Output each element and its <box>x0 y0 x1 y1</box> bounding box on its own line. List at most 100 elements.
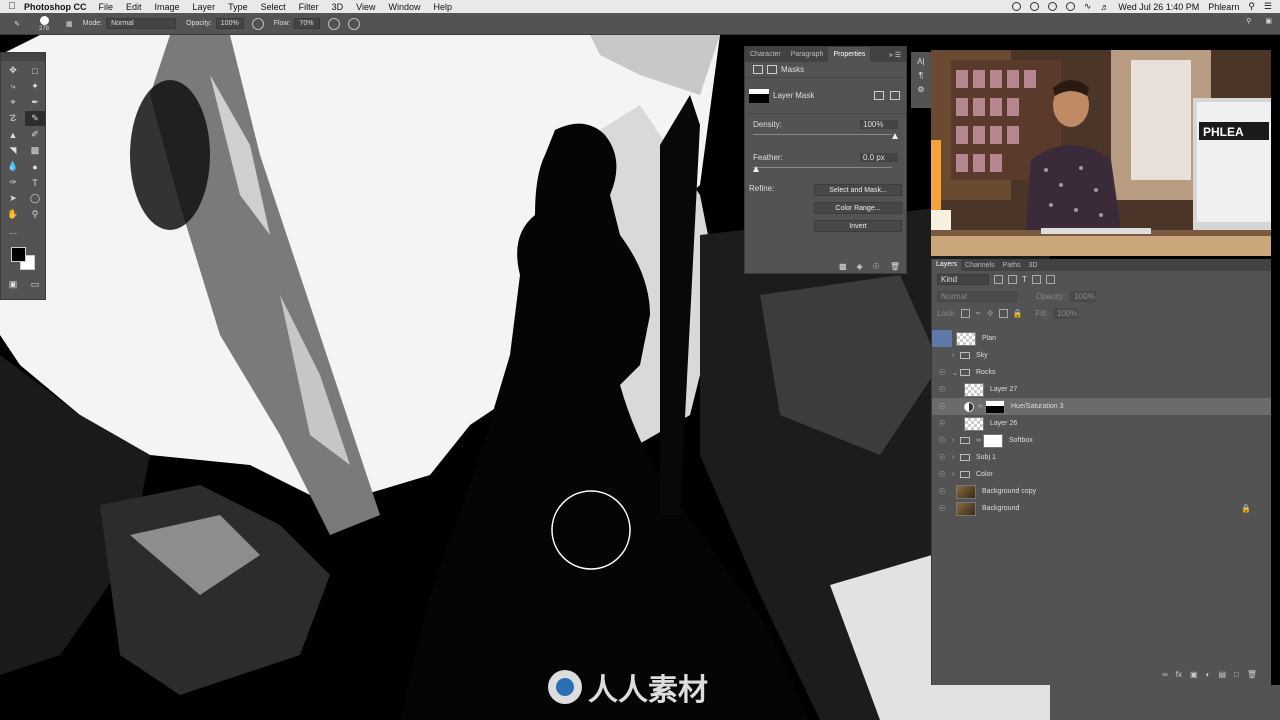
lock-artboard-icon[interactable] <box>998 309 1008 318</box>
filter-smart-icon[interactable] <box>1045 275 1055 284</box>
menu-layer[interactable]: Layer <box>193 2 216 12</box>
layer-background[interactable]: ☉ Background 🔒 <box>932 500 1271 517</box>
airbrush-icon[interactable] <box>328 17 341 30</box>
quick-select-tool-icon[interactable]: ✦ <box>25 79 45 94</box>
opacity-field[interactable]: 100% <box>215 18 244 29</box>
expand-arrow-icon[interactable]: › <box>952 454 960 461</box>
menu-window[interactable]: Window <box>388 2 420 12</box>
expand-arrow-icon[interactable]: › <box>952 352 960 359</box>
filter-type-icon[interactable]: T <box>1022 275 1027 284</box>
layer-group-subj-1[interactable]: ☉ › Subj 1 <box>932 449 1271 466</box>
feather-slider[interactable] <box>753 164 898 172</box>
filter-shape-icon[interactable] <box>1031 275 1041 284</box>
invert-button[interactable]: Invert <box>814 220 902 232</box>
menu-view[interactable]: View <box>356 2 375 12</box>
apply-mask-icon[interactable]: ◈ <box>857 262 863 271</box>
app-menu[interactable]: Photoshop CC <box>24 2 87 12</box>
crop-tool-icon[interactable]: ⌖ <box>3 95 23 110</box>
feather-slider-thumb[interactable] <box>753 166 759 172</box>
add-vector-mask-icon[interactable] <box>890 91 900 100</box>
history-brush-tool-icon[interactable]: ✐ <box>25 127 45 142</box>
group-mask-thumbnail[interactable] <box>983 433 1003 448</box>
layer-26[interactable]: ☉ Layer 26 <box>932 415 1271 432</box>
vector-mask-icon[interactable] <box>767 65 777 74</box>
pen-tool-icon[interactable]: ✑ <box>3 175 23 190</box>
move-tool-icon[interactable]: ✥ <box>3 63 23 78</box>
paragraph-panel-icon[interactable]: ¶ <box>919 71 923 80</box>
add-pixel-mask-icon[interactable] <box>874 91 884 100</box>
eye-icon[interactable]: ☉ <box>932 385 952 394</box>
menu-image[interactable]: Image <box>155 2 180 12</box>
quick-mask-icon[interactable]: ▣ <box>3 277 23 292</box>
tab-channels[interactable]: Channels <box>961 262 999 269</box>
dodge-tool-icon[interactable]: ● <box>25 159 45 174</box>
healing-tool-icon[interactable]: ☡ <box>3 111 23 126</box>
screen-mode-icon[interactable]: ▭ <box>25 277 45 292</box>
tab-properties[interactable]: Properties <box>828 47 871 62</box>
layer-plan[interactable]: Plan <box>932 330 1271 347</box>
tab-3d[interactable]: 3D <box>1025 262 1042 269</box>
layer-opacity-field[interactable]: 100% <box>1070 291 1096 302</box>
filter-adjustment-icon[interactable] <box>1008 275 1017 284</box>
sync-icon[interactable] <box>1047 2 1057 11</box>
pressure-opacity-icon[interactable] <box>251 17 264 30</box>
eye-icon[interactable]: ☉ <box>932 436 952 445</box>
panel-menu-icon[interactable]: » ☰ <box>889 51 906 59</box>
menu-type[interactable]: Type <box>228 2 248 12</box>
load-selection-icon[interactable]: ▩ <box>839 262 847 271</box>
menu-select[interactable]: Select <box>261 2 286 12</box>
expand-arrow-icon[interactable]: › <box>952 437 960 444</box>
lock-all-icon[interactable]: 🔒 <box>1013 309 1023 318</box>
eye-icon[interactable]: ☉ <box>932 470 952 479</box>
pixel-mask-icon[interactable] <box>753 65 763 74</box>
eye-icon[interactable]: ☉ <box>932 504 952 513</box>
menu-help[interactable]: Help <box>433 2 452 12</box>
clock-text[interactable]: Wed Jul 26 1:40 PM <box>1118 2 1199 12</box>
flow-field[interactable]: 70% <box>294 18 321 29</box>
brush-tool-preset-icon[interactable]: ✎ <box>0 14 34 34</box>
record-icon[interactable] <box>1011 2 1021 11</box>
collapse-arrow-icon[interactable]: ⌄ <box>952 369 960 377</box>
link-icon[interactable]: ∞ <box>976 437 981 444</box>
menu-edit[interactable]: Edit <box>126 2 142 12</box>
select-and-mask-button[interactable]: Select and Mask... <box>814 184 902 196</box>
eye-icon[interactable]: ☉ <box>932 487 952 496</box>
properties-panel-icon[interactable]: ⚙ <box>917 85 924 94</box>
notification-icon[interactable]: ☰ <box>1264 1 1272 12</box>
lock-paint-icon[interactable]: ✒ <box>975 309 982 318</box>
shape-tool-icon[interactable]: ◯ <box>25 191 45 206</box>
blur-tool-icon[interactable]: 💧 <box>3 159 23 174</box>
density-slider[interactable] <box>753 131 898 139</box>
pressure-size-icon[interactable] <box>348 17 361 30</box>
wifi-icon[interactable]: ∿ <box>1084 1 1092 12</box>
fill-field[interactable]: 100% <box>1052 308 1079 319</box>
stamp-tool-icon[interactable]: ▲ <box>3 127 23 142</box>
new-adjustment-icon[interactable]: ◐ <box>1206 670 1211 679</box>
filter-pixel-icon[interactable] <box>994 275 1003 284</box>
foreground-color[interactable] <box>11 247 26 262</box>
type-tool-icon[interactable]: T <box>25 175 45 190</box>
layer-group-softbox[interactable]: ☉ › ∞ Softbox <box>932 432 1271 449</box>
eye-icon[interactable]: ☉ <box>932 368 952 377</box>
new-layer-icon[interactable]: □ <box>1234 670 1239 679</box>
lock-transparent-icon[interactable] <box>961 309 971 318</box>
density-field[interactable]: 100% <box>860 120 898 129</box>
visibility-toggle-off[interactable] <box>932 330 952 347</box>
menu-3d[interactable]: 3D <box>332 2 344 12</box>
blend-mode-select[interactable]: Normal <box>937 291 1017 302</box>
cloud-icon[interactable] <box>1029 2 1039 11</box>
search-icon[interactable]: ⚲ <box>1246 17 1251 25</box>
brush-tool-icon[interactable]: ✎ <box>25 111 45 126</box>
fx-icon[interactable]: fx <box>1176 670 1182 679</box>
mode-select[interactable]: Normal <box>106 18 177 29</box>
tab-character[interactable]: Character <box>745 51 786 58</box>
feather-field[interactable]: 0.0 px <box>860 153 898 162</box>
link-icon[interactable]: ∞ <box>978 403 983 410</box>
workspace-icon[interactable]: ▣ <box>1265 17 1272 25</box>
eyedropper-tool-icon[interactable]: ✒ <box>25 95 45 110</box>
lasso-tool-icon[interactable]: ⤷ <box>3 79 23 94</box>
delete-mask-icon[interactable]: 🗑 <box>890 262 900 271</box>
link-layers-icon[interactable]: ∞ <box>1162 670 1168 679</box>
layer-group-color[interactable]: ☉ › Color <box>932 466 1271 483</box>
eye-icon[interactable]: ☉ <box>932 453 952 462</box>
